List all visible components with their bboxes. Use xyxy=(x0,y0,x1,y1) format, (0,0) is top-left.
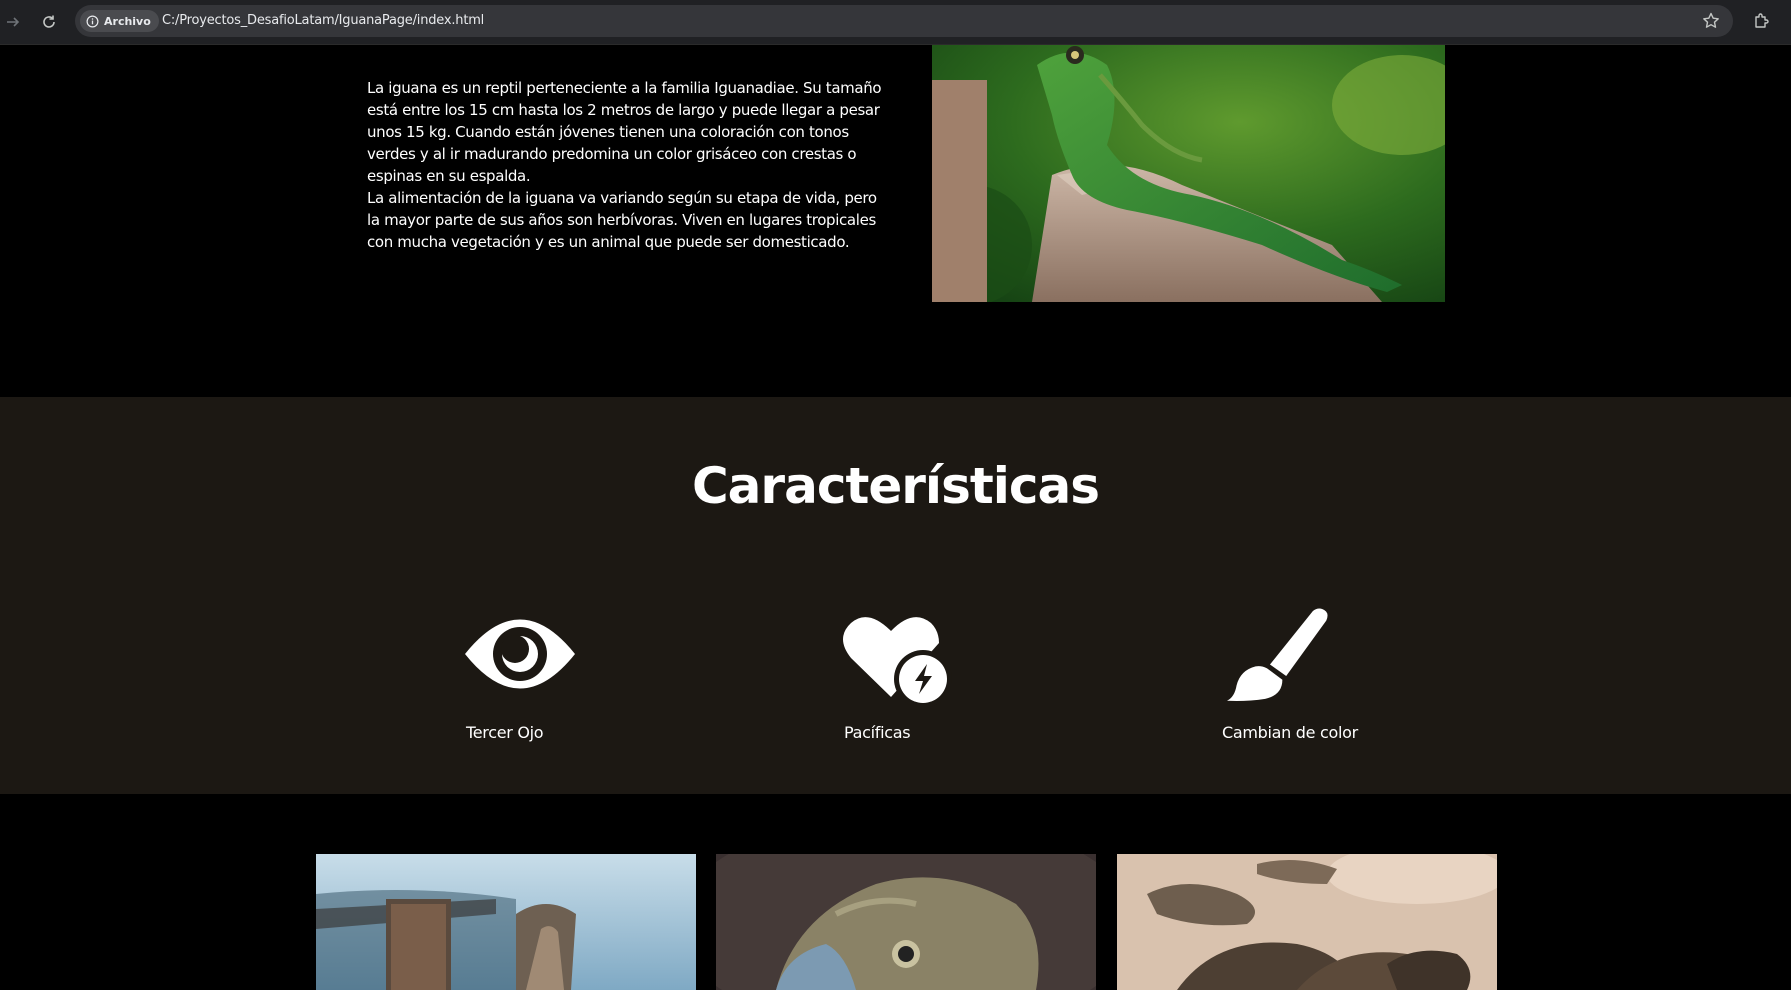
intro-text: La iguana es un reptil perteneciente a l… xyxy=(367,77,887,253)
site-info-label: Archivo xyxy=(104,14,151,28)
paintbrush-icon xyxy=(1227,608,1328,702)
gallery-image-beach-iguana xyxy=(316,854,696,990)
features-section: Características Tercer Ojo Pacíficas Cam… xyxy=(0,397,1791,794)
browser-toolbar: Archivo C:/Proyectos_DesafioLatam/Iguana… xyxy=(0,0,1791,45)
heart-bolt-icon xyxy=(843,617,952,708)
site-info-chip[interactable]: Archivo xyxy=(80,10,159,32)
feature-label-tercer-ojo: Tercer Ojo xyxy=(466,723,544,742)
url-text[interactable]: C:/Proyectos_DesafioLatam/IguanaPage/ind… xyxy=(162,13,484,28)
iguana-hero-image xyxy=(932,45,1445,302)
eye-icon xyxy=(465,619,575,689)
gallery-image-iguana-face xyxy=(716,854,1096,990)
reload-icon[interactable] xyxy=(38,11,60,33)
forward-icon[interactable] xyxy=(2,11,24,33)
features-title: Características xyxy=(691,457,1100,515)
info-icon xyxy=(86,15,99,27)
intro-paragraph-2: La alimentación de la iguana va variando… xyxy=(367,189,877,251)
bookmark-star-icon[interactable] xyxy=(1701,11,1721,31)
gallery-image-iguana-group xyxy=(1117,854,1497,990)
feature-label-cambian-color: Cambian de color xyxy=(1222,723,1358,742)
feature-cambian-color-icon-wrap xyxy=(1227,605,1332,707)
feature-pacificas-icon-wrap xyxy=(843,613,953,712)
address-bar[interactable]: Archivo C:/Proyectos_DesafioLatam/Iguana… xyxy=(75,5,1733,37)
feature-label-pacificas: Pacíficas xyxy=(844,723,911,742)
feature-tercer-ojo-icon-wrap xyxy=(465,605,575,707)
intro-paragraph-1: La iguana es un reptil perteneciente a l… xyxy=(367,79,882,185)
extensions-icon[interactable] xyxy=(1752,11,1774,33)
